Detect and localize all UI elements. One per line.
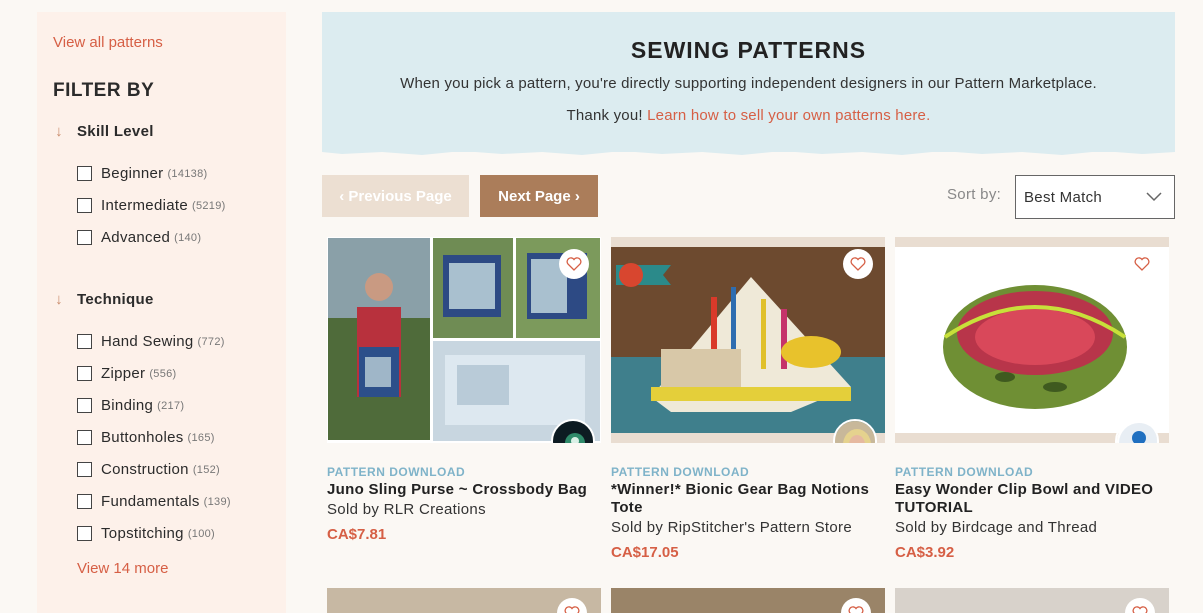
filter-option-beginner[interactable]: Beginner (14138) [77, 165, 207, 182]
checkbox[interactable] [77, 230, 92, 245]
filter-option-hand-sewing[interactable]: Hand Sewing (772) [77, 333, 225, 350]
sort-selected-value: Best Match [1024, 188, 1103, 206]
option-label: Hand Sewing [101, 333, 194, 350]
checkbox[interactable] [77, 462, 92, 477]
product-card[interactable]: PATTERN DOWNLOAD *Winner!* Bionic Gear B… [611, 237, 885, 561]
option-label: Advanced [101, 229, 171, 246]
option-label: Zipper [101, 365, 146, 382]
filter-option-intermediate[interactable]: Intermediate (5219) [77, 197, 226, 214]
checkbox[interactable] [77, 166, 92, 181]
checkbox[interactable] [77, 494, 92, 509]
page-title: SEWING PATTERNS [630, 37, 867, 63]
option-count: (14138) [167, 167, 208, 180]
arrow-down-icon: ↓ [55, 291, 63, 308]
sort-select[interactable]: Best Match [1015, 175, 1175, 219]
favorite-heart-button[interactable] [843, 249, 873, 279]
option-count: (100) [187, 527, 215, 540]
option-count: (165) [187, 431, 215, 444]
option-count: (152) [192, 463, 220, 476]
checkbox[interactable] [77, 430, 92, 445]
heart-icon [564, 606, 580, 613]
heart-icon [848, 606, 864, 613]
filter-option-binding[interactable]: Binding (217) [77, 397, 184, 414]
skill-level-label: Skill Level [77, 123, 154, 140]
checkbox[interactable] [77, 198, 92, 213]
product-title[interactable]: Easy Wonder Clip Bowl and VIDEO TUTORIAL [895, 481, 1169, 517]
view-more-techniques-link[interactable]: View 14 more [77, 560, 168, 577]
heart-icon [850, 257, 866, 271]
page-header-banner: SEWING PATTERNS When you pick a pattern,… [322, 12, 1175, 155]
skill-level-toggle[interactable]: ↓ Skill Level [53, 123, 154, 140]
checkbox[interactable] [77, 398, 92, 413]
product-title[interactable]: Juno Sling Purse ~ Crossbody Bag [327, 481, 601, 499]
option-label: Construction [101, 461, 189, 478]
option-count: (556) [149, 367, 177, 380]
heart-icon [566, 257, 582, 271]
option-count: (5219) [191, 199, 226, 212]
heart-icon [1132, 606, 1148, 613]
chevron-down-icon [1146, 192, 1162, 202]
product-seller[interactable]: Sold by RipStitcher's Pattern Store [611, 519, 885, 536]
filter-option-fundamentals[interactable]: Fundamentals (139) [77, 493, 231, 510]
option-label: Beginner [101, 165, 164, 182]
product-seller[interactable]: Sold by Birdcage and Thread [895, 519, 1169, 536]
product-kind: PATTERN DOWNLOAD [327, 465, 466, 479]
option-count: (140) [174, 231, 202, 244]
product-card[interactable]: PATTERN DOWNLOAD Easy Wonder Clip Bowl a… [895, 237, 1169, 561]
product-kind: PATTERN DOWNLOAD [895, 465, 1034, 479]
option-count: (217) [157, 399, 185, 412]
sell-patterns-link[interactable]: Learn how to sell your own patterns here… [647, 107, 930, 124]
favorite-heart-button[interactable] [841, 598, 871, 613]
option-label: Fundamentals [101, 493, 200, 510]
product-title[interactable]: *Winner!* Bionic Gear Bag Notions Tote [611, 481, 885, 517]
product-image[interactable] [611, 237, 885, 443]
option-count: (139) [203, 495, 231, 508]
product-card-partial[interactable] [611, 588, 885, 613]
option-label: Buttonholes [101, 429, 184, 446]
filter-option-zipper[interactable]: Zipper (556) [77, 365, 177, 382]
technique-label: Technique [77, 291, 154, 308]
product-seller[interactable]: Sold by RLR Creations [327, 501, 601, 518]
filter-sidebar: View all patterns FILTER BY ↓ Skill Leve… [37, 12, 286, 613]
banner-thanks-line: Thank you! Learn how to sell your own pa… [322, 104, 1175, 128]
filter-option-topstitching[interactable]: Topstitching (100) [77, 525, 215, 542]
product-price: CA$7.81 [327, 526, 387, 543]
next-page-button[interactable]: Next Page › [480, 175, 598, 217]
arrow-down-icon: ↓ [55, 123, 63, 140]
checkbox[interactable] [77, 366, 92, 381]
product-image[interactable] [895, 237, 1169, 443]
heart-icon [1134, 257, 1150, 271]
product-kind: PATTERN DOWNLOAD [611, 465, 750, 479]
product-card-partial[interactable] [327, 588, 601, 613]
product-card[interactable]: PATTERN DOWNLOAD Juno Sling Purse ~ Cros… [327, 237, 601, 543]
filter-option-buttonholes[interactable]: Buttonholes (165) [77, 429, 215, 446]
torn-edge-decoration [322, 148, 1175, 155]
option-count: (772) [197, 335, 225, 348]
favorite-heart-button[interactable] [557, 598, 587, 613]
favorite-heart-button[interactable] [1127, 249, 1157, 279]
view-all-patterns-link[interactable]: View all patterns [53, 34, 163, 51]
product-price: CA$17.05 [611, 544, 679, 561]
checkbox[interactable] [77, 334, 92, 349]
previous-page-button[interactable]: ‹ Previous Page [322, 175, 469, 217]
favorite-heart-button[interactable] [1125, 598, 1155, 613]
option-label: Intermediate [101, 197, 188, 214]
checkbox[interactable] [77, 526, 92, 541]
product-price: CA$3.92 [895, 544, 955, 561]
product-image[interactable] [327, 237, 601, 443]
banner-description: When you pick a pattern, you're directly… [400, 75, 1097, 92]
sort-by-label: Sort by: [947, 186, 1002, 203]
filter-by-heading: FILTER BY [53, 80, 155, 101]
filter-option-construction[interactable]: Construction (152) [77, 461, 220, 478]
option-label: Binding [101, 397, 154, 414]
technique-toggle[interactable]: ↓ Technique [53, 291, 154, 308]
favorite-heart-button[interactable] [559, 249, 589, 279]
product-card-partial[interactable] [895, 588, 1169, 613]
thanks-text: Thank you! [566, 107, 643, 124]
option-label: Topstitching [101, 525, 184, 542]
filter-option-advanced[interactable]: Advanced (140) [77, 229, 201, 246]
